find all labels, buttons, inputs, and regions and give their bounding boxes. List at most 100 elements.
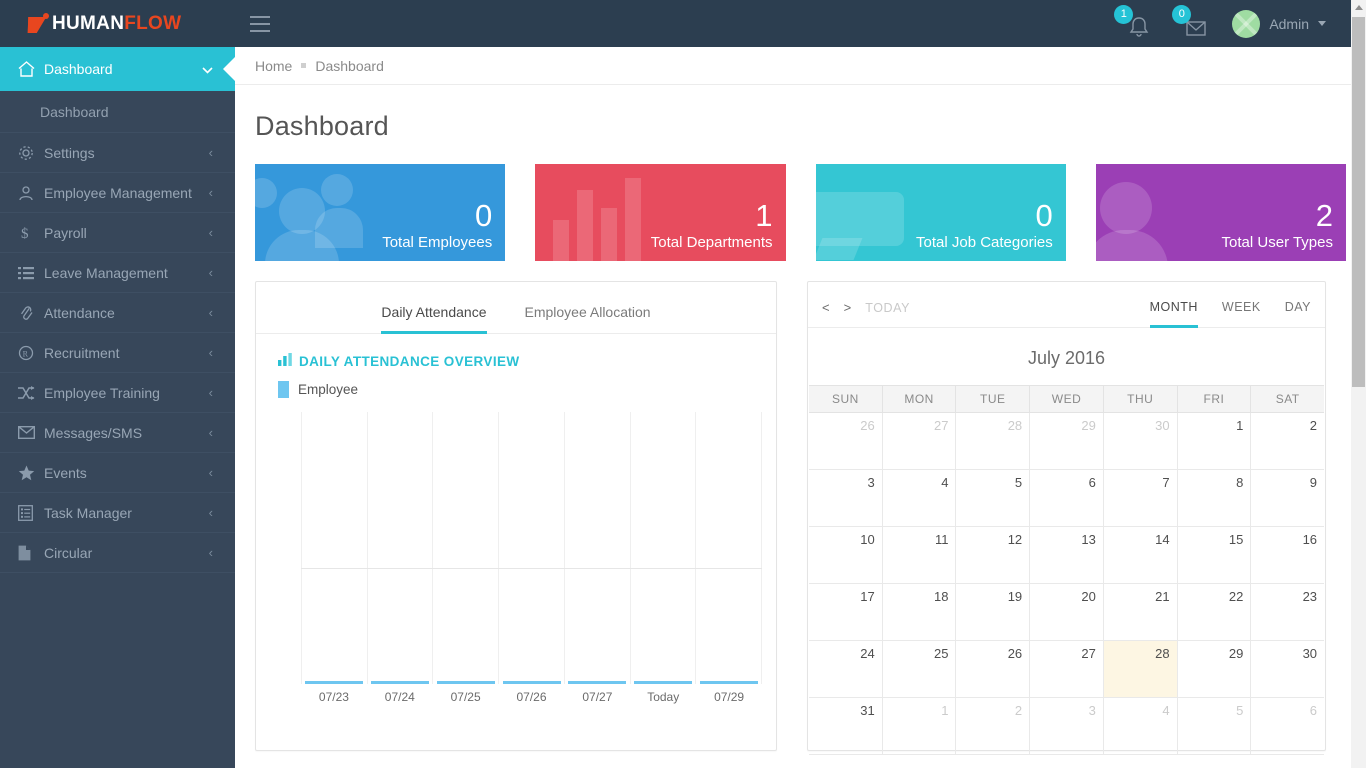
sidebar-item-employee-training[interactable]: Employee Training ‹: [0, 373, 235, 413]
calendar-day[interactable]: 6: [1250, 698, 1324, 754]
scrollbar-thumb[interactable]: [1352, 17, 1365, 387]
chart-bar-column[interactable]: [366, 412, 433, 684]
stat-card-label: Total Departments: [650, 234, 773, 251]
paperclip-icon: [18, 305, 44, 321]
chart-legend: Employee: [256, 369, 776, 398]
sidebar-subitem-dashboard[interactable]: Dashboard: [0, 91, 235, 133]
calendar-day-today[interactable]: 28: [1102, 641, 1177, 697]
calendar-day[interactable]: 8: [1176, 470, 1251, 526]
tab-employee-allocation[interactable]: Employee Allocation: [525, 304, 651, 334]
brand-logo[interactable]: HUMANFLOW: [0, 0, 235, 47]
chart-bar-column[interactable]: [629, 412, 696, 684]
calendar-day[interactable]: 17: [809, 584, 882, 640]
sidebar-item-attendance[interactable]: Attendance ‹: [0, 293, 235, 333]
calendar-day[interactable]: 6: [1029, 470, 1103, 526]
calendar-day[interactable]: 5: [1176, 698, 1251, 754]
sidebar-item-recruitment[interactable]: R Recruitment ‹: [0, 333, 235, 373]
calendar-day[interactable]: 18: [881, 584, 956, 640]
calendar-day[interactable]: 2: [1250, 413, 1324, 469]
tab-daily-attendance[interactable]: Daily Attendance: [381, 304, 487, 334]
stat-card-label: Total User Types: [1221, 234, 1333, 251]
calendar-day[interactable]: 22: [1176, 584, 1251, 640]
sidebar-item-dashboard[interactable]: Dashboard: [0, 47, 235, 91]
calendar-day[interactable]: 27: [881, 413, 956, 469]
stat-card-total-user-types[interactable]: 2 Total User Types: [1095, 164, 1346, 261]
chart-bar-column[interactable]: [432, 412, 498, 684]
calendar-day[interactable]: 26: [955, 641, 1029, 697]
calendar-view-week[interactable]: WEEK: [1222, 300, 1261, 328]
breadcrumb-home[interactable]: Home: [255, 58, 292, 74]
messages-button[interactable]: 0: [1172, 4, 1208, 39]
sidebar-item-settings[interactable]: Settings ‹: [0, 133, 235, 173]
stat-card-total-job-categories[interactable]: 0 Total Job Categories: [815, 164, 1066, 261]
sidebar-item-events[interactable]: Events ‹: [0, 453, 235, 493]
user-name: Admin: [1269, 15, 1309, 32]
calendar-prev-button[interactable]: <: [822, 300, 830, 315]
calendar-day[interactable]: 5: [955, 470, 1029, 526]
sidebar-item-label: Dashboard: [44, 61, 113, 77]
calendar-day[interactable]: 12: [955, 527, 1029, 583]
calendar-day-headers: SUN MON TUE WED THU FRI SAT: [809, 385, 1324, 413]
calendar-day[interactable]: 31: [809, 698, 882, 754]
calendar-day[interactable]: 27: [1029, 641, 1103, 697]
calendar-day[interactable]: 2: [955, 698, 1029, 754]
chart-bar-column[interactable]: [301, 412, 367, 684]
notifications-button[interactable]: 1: [1114, 4, 1150, 39]
user-menu[interactable]: Admin: [1232, 9, 1326, 38]
page-scrollbar[interactable]: [1351, 0, 1366, 768]
sidebar-item-label: Recruitment: [44, 344, 120, 361]
calendar-next-button[interactable]: >: [844, 300, 852, 315]
brand-name-primary: HUMAN: [52, 12, 125, 34]
calendar-day[interactable]: 1: [1176, 413, 1251, 469]
hamburger-icon[interactable]: [243, 7, 277, 41]
calendar-day[interactable]: 28: [955, 413, 1029, 469]
calendar-day[interactable]: 29: [1176, 641, 1251, 697]
calendar-day[interactable]: 23: [1250, 584, 1324, 640]
calendar-day[interactable]: 3: [1029, 698, 1103, 754]
calendar-today-button[interactable]: TODAY: [865, 301, 910, 315]
stat-card-total-departments[interactable]: 1 Total Departments: [535, 164, 786, 261]
calendar-day[interactable]: 3: [809, 470, 882, 526]
calendar-week-row: 10 11 12 13 14 15 16: [809, 527, 1324, 584]
main-content: Home Dashboard Dashboard 0 Total Employe…: [235, 47, 1366, 768]
chart-x-tick: Today: [647, 690, 680, 704]
calendar-view-month[interactable]: MONTH: [1149, 300, 1198, 328]
calendar-day[interactable]: 4: [1102, 698, 1177, 754]
calendar-day[interactable]: 1: [881, 698, 956, 754]
calendar-day[interactable]: 10: [809, 527, 882, 583]
sidebar-item-task-manager[interactable]: Task Manager ‹: [0, 493, 235, 533]
sidebar-item-payroll[interactable]: $ Payroll ‹: [0, 213, 235, 253]
calendar-day[interactable]: 29: [1029, 413, 1103, 469]
calendar-day[interactable]: 13: [1029, 527, 1103, 583]
calendar-day[interactable]: 20: [1029, 584, 1103, 640]
calendar-day[interactable]: 30: [1102, 413, 1177, 469]
calendar-day[interactable]: 21: [1102, 584, 1177, 640]
scroll-up-arrow-icon[interactable]: [1354, 5, 1363, 10]
calendar-day[interactable]: 24: [809, 641, 882, 697]
user-icon: [1099, 182, 1152, 234]
chart-bar-column[interactable]: [563, 412, 630, 684]
calendar-day[interactable]: 4: [881, 470, 956, 526]
calendar-day[interactable]: 26: [809, 413, 882, 469]
chart-bar-column[interactable]: [498, 412, 564, 684]
top-bar-actions: 1 0 Admin: [1114, 0, 1366, 47]
calendar-day[interactable]: 7: [1102, 470, 1177, 526]
legend-label-employee[interactable]: Employee: [298, 382, 358, 397]
sidebar-item-leave-management[interactable]: Leave Management ‹: [0, 253, 235, 293]
chart-bar-column[interactable]: [695, 412, 763, 684]
svg-text:R: R: [23, 349, 29, 358]
calendar-day[interactable]: 15: [1176, 527, 1251, 583]
calendar-day[interactable]: 25: [881, 641, 956, 697]
calendar-day[interactable]: 14: [1102, 527, 1177, 583]
chevron-left-icon: ‹: [208, 265, 213, 280]
sidebar-item-circular[interactable]: Circular ‹: [0, 533, 235, 573]
stat-card-total-employees[interactable]: 0 Total Employees: [255, 164, 506, 261]
sidebar-item-messages-sms[interactable]: Messages/SMS ‹: [0, 413, 235, 453]
sidebar-item-employee-management[interactable]: Employee Management ‹: [0, 173, 235, 213]
calendar-view-day[interactable]: DAY: [1285, 300, 1311, 328]
calendar-day[interactable]: 11: [881, 527, 956, 583]
calendar-day[interactable]: 19: [955, 584, 1029, 640]
calendar-day[interactable]: 16: [1250, 527, 1324, 583]
calendar-day[interactable]: 30: [1250, 641, 1324, 697]
calendar-day[interactable]: 9: [1250, 470, 1324, 526]
